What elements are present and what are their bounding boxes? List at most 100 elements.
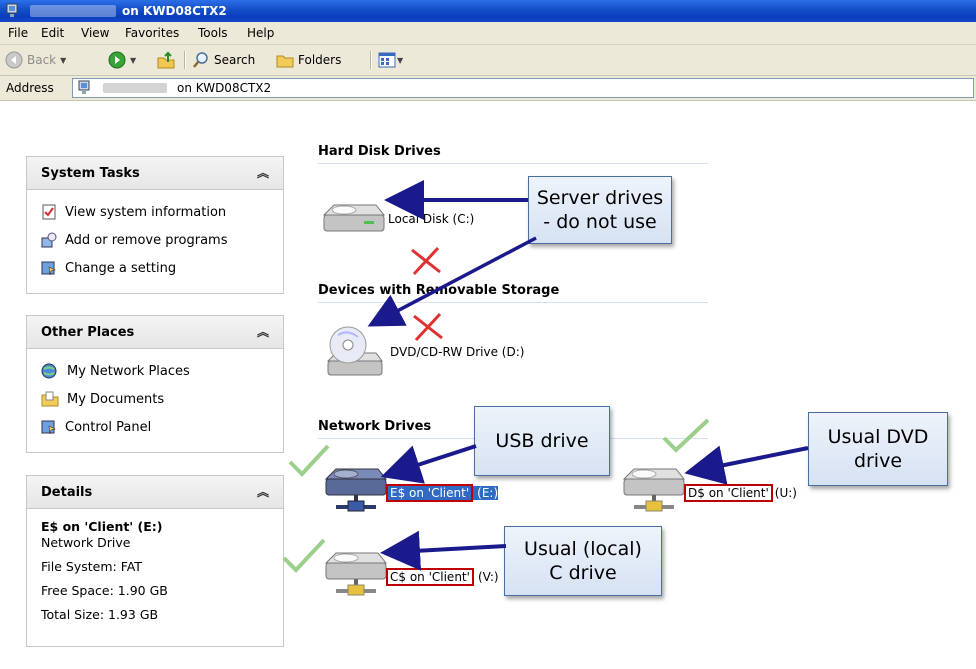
place-label: My Network Places [67, 363, 190, 379]
drive-dvd-d[interactable]: DVD/CD-RW Drive (D:) [324, 323, 524, 381]
task-label: View system information [65, 204, 227, 220]
toolbar-separator [370, 51, 372, 69]
task-view-system-info[interactable]: View system information [41, 198, 269, 226]
drive-label-box: C$ on 'Client' (V:) [386, 568, 499, 586]
other-places-header[interactable]: Other Places ︽ [27, 316, 283, 349]
add-remove-programs-icon [41, 232, 57, 248]
drive-local-disk-c[interactable]: Local Disk (C:) [320, 201, 474, 237]
back-dropdown-icon[interactable]: ▼ [60, 56, 66, 65]
menu-file[interactable]: File [8, 26, 28, 40]
drive-label: Local Disk (C:) [388, 212, 475, 226]
drive-name-highlighted: D$ on 'Client' [684, 484, 773, 502]
search-label: Search [214, 53, 256, 67]
address-value: on KWD08CTX2 [177, 81, 272, 95]
details-panel: Details ︽ E$ on 'Client' (E:) Network Dr… [26, 475, 284, 647]
views-dropdown-icon[interactable]: ▼ [397, 56, 403, 65]
details-free-space: Free Space: 1.90 GB [41, 583, 168, 598]
window-title: on KWD08CTX2 [122, 4, 227, 18]
address-label: Address [6, 81, 54, 95]
system-info-icon [42, 204, 56, 220]
redacted-address-text [103, 83, 167, 93]
section-divider [318, 163, 708, 164]
back-arrow-icon [5, 51, 23, 69]
views-icon [378, 52, 396, 68]
explorer-window: on KWD08CTX2 File Edit View Favorites To… [0, 0, 976, 669]
menu-tools[interactable]: Tools [198, 26, 228, 40]
up-folder-button[interactable] [156, 50, 176, 70]
menu-view[interactable]: View [81, 26, 109, 40]
details-item-name: E$ on 'Client' (E:) [41, 519, 163, 534]
collapse-icon[interactable]: ︽ [257, 323, 269, 340]
menu-favorites[interactable]: Favorites [125, 26, 179, 40]
drive-network-d[interactable]: D$ on 'Client' (U:) [620, 465, 797, 521]
forward-button[interactable]: ▼ [108, 50, 136, 70]
task-pane: System Tasks ︽ View system information A… [0, 101, 296, 669]
network-drive-icon [6, 3, 18, 17]
folders-label: Folders [298, 53, 342, 67]
details-total-size: Total Size: 1.93 GB [41, 607, 159, 622]
dvd-drive-icon [326, 326, 383, 376]
collapse-icon[interactable]: ︽ [257, 483, 269, 500]
control-panel-icon [41, 261, 56, 276]
collapse-icon[interactable]: ︽ [257, 164, 269, 181]
back-button[interactable]: Back ▼ [5, 50, 66, 70]
views-button[interactable]: ▼ [378, 50, 403, 70]
section-network-drives: Network Drives [318, 419, 432, 434]
my-documents-icon [41, 391, 59, 407]
place-label: Control Panel [65, 419, 152, 435]
details-header[interactable]: Details ︽ [27, 476, 283, 509]
details-title: Details [41, 485, 93, 500]
section-removable-storage: Devices with Removable Storage [318, 283, 560, 298]
network-drive-icon [78, 80, 90, 94]
menu-bar: File Edit View Favorites Tools Help [0, 22, 976, 45]
place-label: My Documents [67, 391, 165, 407]
drive-letter: (V:) [477, 570, 499, 584]
section-hard-disk-drives: Hard Disk Drives [318, 144, 441, 159]
place-control-panel[interactable]: Control Panel [41, 413, 269, 441]
up-folder-icon [157, 51, 175, 69]
task-add-remove-programs[interactable]: Add or remove programs [41, 226, 269, 254]
drive-label: DVD/CD-RW Drive (D:) [390, 345, 525, 359]
drive-label-box: E$ on 'Client' (E:) [386, 484, 499, 502]
toolbar: Back ▼ ▼ Search Folders ▼ [0, 45, 976, 76]
callout-usual-c: Usual (local) C drive [504, 526, 662, 596]
hard-drive-icon [322, 204, 386, 232]
forward-dropdown-icon[interactable]: ▼ [130, 56, 136, 65]
system-tasks-header[interactable]: System Tasks ︽ [27, 157, 283, 190]
callout-usb-drive: USB drive [474, 406, 610, 476]
task-label: Change a setting [65, 260, 177, 276]
search-icon [193, 52, 208, 68]
drive-network-c[interactable]: C$ on 'Client' (V:) [322, 549, 499, 605]
task-label: Add or remove programs [65, 232, 228, 248]
drive-name-highlighted: C$ on 'Client' [386, 568, 474, 586]
details-item-type: Network Drive [41, 535, 131, 550]
folders-icon [276, 55, 294, 68]
drive-name-highlighted: E$ on 'Client' [386, 484, 474, 502]
search-button[interactable]: Search [192, 50, 255, 70]
callout-usual-dvd: Usual DVD drive [808, 412, 948, 486]
menu-edit[interactable]: Edit [41, 26, 64, 40]
task-change-setting[interactable]: Change a setting [41, 254, 269, 282]
callout-server-drives: Server drives - do not use [528, 176, 672, 244]
place-my-documents[interactable]: My Documents [41, 385, 269, 413]
menu-help[interactable]: Help [247, 26, 274, 40]
other-places-panel: Other Places ︽ My Network Places My Docu… [26, 315, 284, 453]
address-input[interactable]: on KWD08CTX2 [72, 78, 974, 98]
place-my-network-places[interactable]: My Network Places [41, 357, 269, 385]
drive-network-e[interactable]: E$ on 'Client' (E:) [322, 465, 499, 521]
network-places-icon [41, 363, 57, 379]
toolbar-separator [184, 51, 186, 69]
folders-button[interactable]: Folders [276, 50, 341, 70]
drive-letter: (U:) [774, 486, 797, 500]
control-panel-icon [41, 420, 56, 435]
title-bar[interactable]: on KWD08CTX2 [0, 0, 976, 22]
network-drive-icon [324, 468, 388, 512]
system-tasks-title: System Tasks [41, 166, 140, 181]
back-label: Back [27, 53, 57, 67]
address-bar: Address on KWD08CTX2 [0, 76, 976, 101]
details-file-system: File System: FAT [41, 559, 142, 574]
redacted-title-text [30, 5, 116, 17]
drive-label-box: D$ on 'Client' (U:) [684, 484, 797, 502]
drive-letter: (E:) [473, 486, 499, 500]
network-drive-icon [324, 552, 388, 596]
